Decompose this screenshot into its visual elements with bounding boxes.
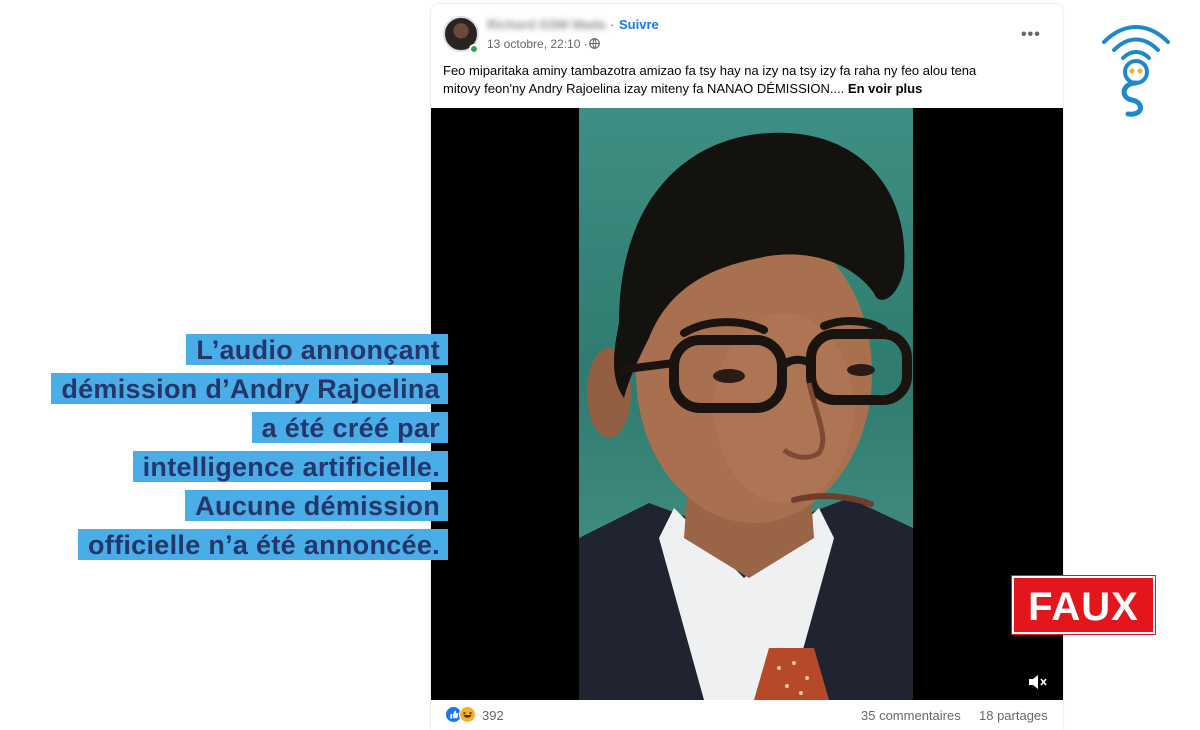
reaction-count[interactable]: 392 [482, 708, 504, 723]
speaker-muted-icon[interactable] [1027, 673, 1049, 691]
fact-check-caption: L’audio annonçant démission d’Andry Rajo… [0, 334, 448, 568]
caption-text: démission d’Andry Rajoelina [51, 373, 448, 404]
shares-count[interactable]: 18 partages [979, 708, 1048, 723]
caption-line: intelligence artificielle. [0, 451, 448, 490]
fact-check-graphic: Richard GSM Mada · Suivre 13 octobre, 22… [0, 0, 1200, 730]
see-more-link[interactable]: En voir plus [848, 81, 922, 96]
caption-text: a été créé par [251, 412, 448, 443]
haha-reaction-icon[interactable] [459, 706, 476, 723]
online-status-indicator [469, 44, 479, 54]
post-text: Feo miparitaka aminy tambazotra amizao f… [443, 62, 1043, 98]
post-timestamp[interactable]: 13 octobre, 22:10 · [487, 37, 588, 51]
post-header: Richard GSM Mada · Suivre 13 octobre, 22… [431, 4, 1063, 60]
caption-text: officielle n’a été annoncée. [77, 529, 448, 560]
author-name[interactable]: Richard GSM Mada [487, 17, 605, 32]
video-player[interactable] [431, 108, 1063, 700]
caption-line: L’audio annonçant [0, 334, 448, 373]
brand-logo [1102, 25, 1170, 117]
comments-count[interactable]: 35 commentaires [861, 708, 961, 723]
facebook-post: Richard GSM Mada · Suivre 13 octobre, 22… [431, 4, 1063, 730]
caption-text: intelligence artificielle. [132, 451, 448, 482]
caption-text: L’audio annonçant [186, 334, 448, 365]
caption-line: Aucune démission [0, 490, 448, 529]
caption-line: officielle n’a été annoncée. [0, 529, 448, 568]
post-text-line-2: mitovy feon'ny Andry Rajoelina izay mite… [443, 81, 845, 96]
globe-icon [589, 38, 600, 49]
follow-separator: · [610, 17, 615, 32]
post-footer: 392 35 commentaires 18 partages [431, 700, 1063, 730]
caption-text: Aucune démission [185, 490, 448, 521]
post-text-line-1: Feo miparitaka aminy tambazotra amizao f… [443, 63, 977, 78]
verdict-badge: FAUX [1012, 576, 1155, 634]
caption-line: démission d’Andry Rajoelina [0, 373, 448, 412]
portrait-photo [579, 108, 913, 700]
caption-line: a été créé par [0, 412, 448, 451]
more-options-icon[interactable]: ••• [1021, 26, 1041, 44]
follow-button[interactable]: Suivre [619, 17, 659, 32]
portrait-illustration [579, 132, 913, 700]
